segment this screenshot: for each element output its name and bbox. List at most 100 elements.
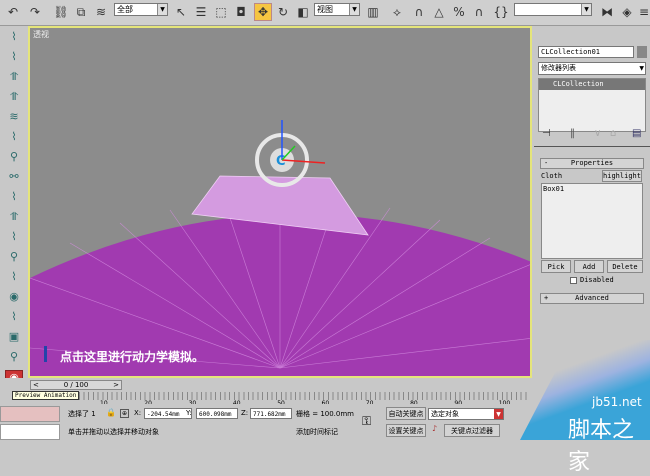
track-bar-ticks[interactable]	[60, 392, 530, 400]
advanced-rollout-header[interactable]: + Advanced	[540, 293, 644, 304]
layer-icon[interactable]: ≡	[638, 3, 650, 21]
link-icon[interactable]: ⛓	[52, 3, 70, 21]
move-icon[interactable]: ✥	[254, 3, 272, 21]
tool-icon[interactable]: ▣	[5, 330, 23, 346]
status-bar: 选择了 1 🔒 ⊕ X: -204.54mm Y: 600.098mm Z: 7…	[0, 404, 535, 440]
key-filters-button[interactable]: 关键点过滤器	[444, 424, 500, 437]
scale-icon[interactable]: ◧	[294, 3, 312, 21]
tool-icon[interactable]: ⚲	[5, 250, 23, 266]
angle-snap-icon[interactable]: △	[430, 3, 448, 21]
tool-icon[interactable]: ⌇	[5, 190, 23, 206]
tool-icon[interactable]: ⌇	[5, 230, 23, 246]
preview-animation-tooltip: Preview Animation	[12, 391, 80, 400]
show-end-result-icon[interactable]: ‖	[570, 128, 575, 139]
pin-stack-icon[interactable]: ⊣	[542, 128, 551, 139]
cloth-object-list[interactable]: Box01	[541, 183, 643, 259]
key-filters-icon: ♪	[432, 424, 438, 433]
advanced-title: Advanced	[575, 294, 609, 302]
chevron-down-icon: ▼	[494, 409, 503, 419]
percent-snap-icon[interactable]: %	[450, 3, 468, 21]
delete-button[interactable]: Delete	[607, 260, 643, 273]
absolute-mode-icon[interactable]: ⊕	[120, 409, 129, 418]
highlight-button[interactable]: highlight	[602, 170, 642, 182]
redo-icon[interactable]: ↷	[26, 3, 44, 21]
add-time-tag[interactable]: 添加时间标记	[296, 427, 338, 437]
remove-modifier-icon[interactable]: ⌂	[610, 128, 616, 139]
command-panel: CLCollection01 修改器列表 ▼ CLCollection ⊣ ‖ ∨…	[534, 26, 650, 382]
manipulate-icon[interactable]: ⟡	[388, 3, 406, 21]
spinner-snap-icon[interactable]: ∩	[470, 3, 488, 21]
window-crossing-icon[interactable]: ◘	[232, 3, 250, 21]
tool-icon[interactable]: ⚲	[5, 150, 23, 166]
object-name-field[interactable]: CLCollection01	[538, 46, 634, 58]
tool-icon[interactable]: ⌇	[5, 130, 23, 146]
add-button[interactable]: Add	[574, 260, 604, 273]
perspective-viewport[interactable]: C 透视 点击这里进行动力学模拟。	[28, 26, 532, 378]
select-by-name-icon[interactable]: ☰	[192, 3, 210, 21]
hint-bracket	[44, 346, 47, 362]
object-color-swatch[interactable]	[637, 46, 647, 58]
viewport-label[interactable]: 透视	[33, 29, 49, 40]
undo-icon[interactable]: ↶	[4, 3, 22, 21]
named-selection-icon[interactable]: {}	[492, 3, 510, 21]
scene: C	[30, 120, 530, 376]
reference-coord-dropdown[interactable]: 视图 ▼	[314, 3, 360, 16]
time-slider[interactable]: <0 / 100 >	[30, 380, 122, 390]
configure-modifier-sets-icon[interactable]: ▤	[632, 128, 641, 139]
tool-icon[interactable]: ⌇	[5, 310, 23, 326]
slider-next-icon: >	[113, 381, 119, 389]
tool-icon[interactable]: ⥣	[5, 70, 23, 86]
z-label: Z:	[241, 409, 249, 417]
lock-selection-icon[interactable]: 🔒	[106, 408, 116, 417]
chevron-down-icon: ▼	[349, 4, 359, 15]
selection-filter-dropdown[interactable]: 全部 ▼	[114, 3, 168, 16]
tool-icon[interactable]: ⚲	[5, 350, 23, 366]
expand-icon: +	[544, 294, 549, 302]
snap-3d-icon[interactable]: ∩	[410, 3, 428, 21]
modifier-list-dropdown[interactable]: 修改器列表 ▼	[538, 62, 646, 75]
tool-icon[interactable]: ≋	[5, 110, 23, 126]
stack-item[interactable]: CLCollection	[539, 79, 645, 90]
properties-rollout-header[interactable]: - Properties	[540, 158, 644, 169]
x-label: X:	[134, 409, 142, 417]
unlink-icon[interactable]: ⧉	[72, 3, 90, 21]
pivot-icon[interactable]: ▥	[364, 3, 382, 21]
make-unique-icon[interactable]: ∨	[594, 128, 601, 139]
ref-coord-value: 视图	[317, 5, 333, 14]
key-mode-dropdown[interactable]: 选定对象 ▼	[428, 408, 504, 420]
mirror-icon[interactable]: ⧓	[598, 3, 616, 21]
align-icon[interactable]: ◈	[618, 3, 636, 21]
watermark-name: 脚本之家	[568, 418, 635, 475]
y-coordinate-field[interactable]: 600.098mm	[196, 408, 238, 419]
set-key-button[interactable]: 设置关键点	[386, 424, 426, 437]
modifier-list-value: 修改器列表	[541, 64, 576, 72]
slider-prev-icon: <	[33, 381, 39, 389]
x-coordinate-field[interactable]: -204.54mm	[144, 408, 192, 419]
named-selection-dropdown[interactable]: ▼	[514, 3, 592, 16]
tool-icon[interactable]: ⌇	[5, 30, 23, 46]
auto-key-button[interactable]: 自动关键点	[386, 407, 426, 420]
maxscript-listener[interactable]	[0, 406, 60, 422]
list-item[interactable]: Box01	[543, 185, 641, 193]
tool-icon[interactable]: ⌇	[5, 50, 23, 66]
tool-icon[interactable]: ⥣	[5, 210, 23, 226]
maxscript-input[interactable]	[0, 424, 60, 440]
select-icon[interactable]: ↖	[172, 3, 190, 21]
rotate-icon[interactable]: ↻	[274, 3, 292, 21]
time-slider-value: 0 / 100	[63, 381, 89, 389]
pick-button[interactable]: Pick	[541, 260, 571, 273]
divider	[534, 146, 650, 147]
tool-icon[interactable]: ⥣	[5, 90, 23, 106]
key-icon[interactable]: ⚿	[362, 414, 371, 429]
disabled-label: Disabled	[580, 276, 614, 284]
rect-selection-icon[interactable]: ⬚	[212, 3, 230, 21]
disabled-checkbox[interactable]	[570, 277, 577, 284]
modifier-stack: CLCollection	[538, 78, 646, 132]
tool-icon[interactable]: ⌇	[5, 270, 23, 286]
bind-spacewarp-icon[interactable]: ≋	[92, 3, 110, 21]
tool-icon[interactable]: ⚯	[5, 170, 23, 186]
key-mode-value: 选定对象	[431, 410, 459, 418]
tool-icon[interactable]: ◉	[5, 290, 23, 306]
svg-text:C: C	[276, 154, 286, 169]
z-coordinate-field[interactable]: 771.682mm	[250, 408, 292, 419]
